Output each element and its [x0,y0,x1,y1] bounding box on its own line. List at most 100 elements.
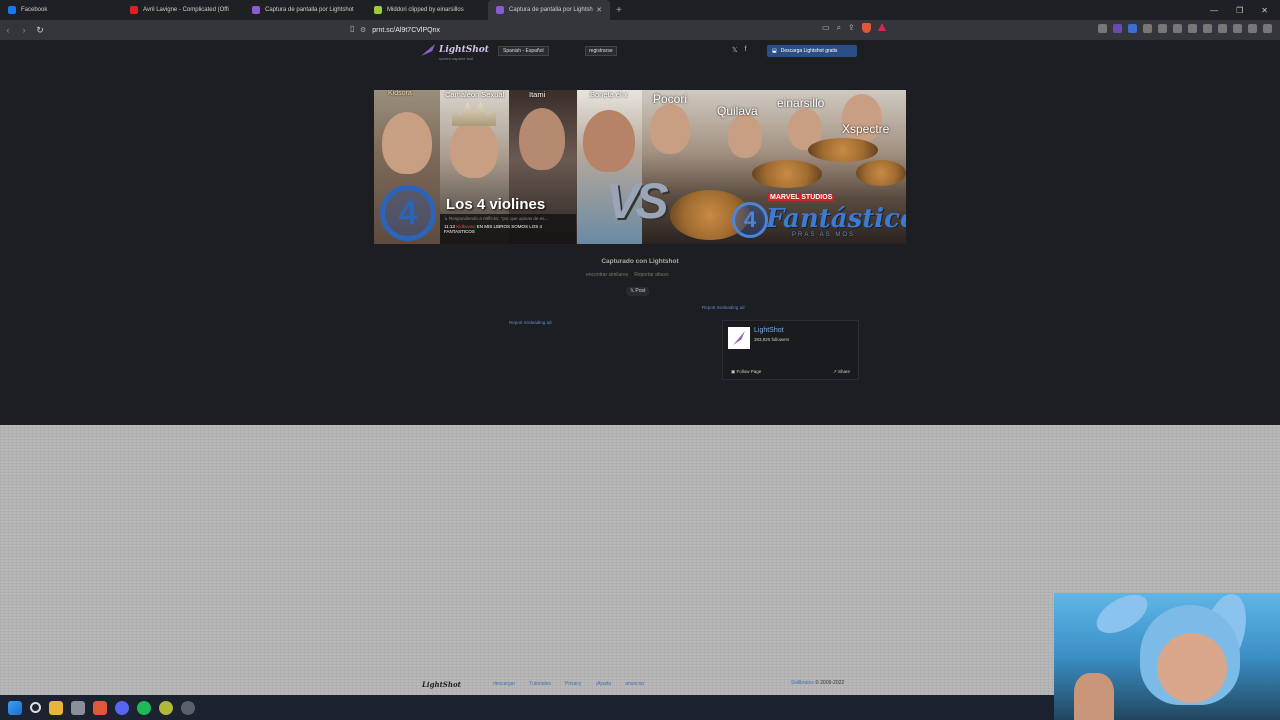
lightshot-icon [252,6,260,14]
register-button[interactable]: registrarse [585,46,617,56]
report-abuse-link[interactable]: Reportar abuso [634,272,668,278]
name-label: Camaleon Sexual [445,90,505,99]
lightshot-page-avatar[interactable] [728,327,750,349]
name-label: Xspectre [842,122,890,136]
footer-link-help[interactable]: ¡Ayuda [595,681,611,687]
leo-icon[interactable] [1233,24,1242,33]
footer-link-tutorials[interactable]: Tutoriales [529,681,551,687]
person [728,114,762,158]
tab-label: Middori clipped by einarsillos [387,7,464,13]
screenshot-image[interactable]: 4 VS Kidsora Camaleon Sexual Itami Bonet… [374,90,906,244]
share-button[interactable]: ↗ Share [833,369,850,375]
facebook-icon[interactable]: f [745,46,747,54]
language-select[interactable]: Spanish - Español [498,46,549,56]
tab-label: Avril Lavigne - Complicated (Offi [143,7,229,13]
fb-page-name[interactable]: LightShot [754,327,784,334]
bookmark-icon[interactable]: ▯ [350,24,354,33]
brave-icon[interactable] [93,700,107,715]
app-icon[interactable] [71,700,85,715]
url-text: prnt.sc/Al9t7CVlPQnx [372,26,440,34]
windows-start-icon[interactable] [8,700,22,715]
name-label: einarsillo [777,96,825,110]
brave-shield-icon[interactable] [861,23,871,33]
report-ad-link[interactable]: Report misleading ad [509,320,552,325]
streamer-hand [1074,673,1114,720]
search-icon[interactable] [30,702,41,713]
close-tab-icon[interactable]: ✕ [596,6,602,14]
music-icon[interactable] [1188,24,1197,33]
site-info-icon[interactable]: ⚙ [360,26,366,34]
facebook-page-widget: LightShot 383,920 followers ▣ Follow Pag… [722,320,859,380]
forward-icon[interactable]: › [16,25,32,35]
extension-icon[interactable] [1158,24,1167,33]
footer-link-privacy[interactable]: Privacy [565,681,581,687]
tab-youtube[interactable]: Avril Lavigne - Complicated (Offi [122,0,244,20]
post-button[interactable]: 𝕏 Post [626,287,650,296]
tab-lightshot-1[interactable]: Captura de pantalla por Lightshot [244,0,366,20]
menu-icon[interactable] [1263,24,1272,33]
extension-icon[interactable] [1128,24,1137,33]
person [382,112,432,174]
vpn-icon[interactable] [1248,24,1257,33]
extension-icon[interactable] [1143,24,1152,33]
name-label: Kidsora [388,90,412,97]
person [583,110,635,172]
minimize-button[interactable]: — [1210,6,1218,15]
chat-message-box: ↳ Respondiendo a n8fficks: "por que opin… [440,214,576,244]
footer-link-download[interactable]: descargar [493,681,515,687]
footer-logo[interactable]: LightShot [422,680,461,689]
discord-icon[interactable] [115,700,129,715]
twitter-icon[interactable]: 𝕏 [732,46,738,54]
fantastic-four-logo: 4 [380,185,436,241]
wallet-icon[interactable] [1218,24,1227,33]
close-window-button[interactable]: ✕ [1261,6,1268,15]
report-ad-link[interactable]: Report misleading ad [702,305,745,310]
settings-icon[interactable] [181,700,195,715]
sidebar-icon[interactable] [1203,24,1212,33]
pizza [856,160,906,186]
follow-page-button[interactable]: ▣ Follow Page [731,369,761,375]
lightshot-header: LightShot screen capture tool Spanish - … [0,40,1280,62]
pizza [808,138,878,162]
back-icon[interactable]: ‹ [0,25,16,35]
zoom-icon[interactable]: ⌕ [837,23,841,33]
tab-facebook[interactable]: Facebook [0,0,122,20]
share-icon[interactable]: ⇪ [848,23,855,33]
download-button[interactable]: ⬓ Descarga Lightshot gratis [767,45,857,57]
captured-label: Capturado con Lightshot [601,258,679,265]
person [650,104,690,154]
footer-link-advertise[interactable]: anunciar [625,681,644,687]
fantastic-four-logo: 4 [732,202,768,238]
maximize-button[interactable]: ❐ [1236,6,1243,15]
app-icon[interactable] [159,700,173,715]
name-label: Boneta el x [590,90,628,99]
name-label: Quilava [717,104,758,118]
browser-toolbar: ‹ › ↻ ▯ ⚙ prnt.sc/Al9t7CVlPQnx ▭ ⌕ ⇪ [0,20,1280,40]
pizza [752,160,822,188]
spotify-icon[interactable] [137,700,151,715]
person [519,108,565,170]
brave-rewards-icon[interactable] [877,23,886,31]
streamer-face [1157,633,1227,703]
file-explorer-icon[interactable] [49,700,63,715]
lightshot-logo[interactable]: LightShot screen capture tool [421,44,489,61]
vs-text: VS [606,173,669,229]
download-icon: ⬓ [772,48,777,54]
extension-icon[interactable] [1098,24,1107,33]
tab-label: Captura de pantalla por Lightsh [509,7,593,13]
fantasticos-title: Fantásticos [766,204,906,234]
new-tab-button[interactable]: + [610,5,628,16]
reload-icon[interactable]: ↻ [32,25,48,36]
marvel-logo: MARVEL STUDIOS [768,194,835,201]
extension-icon[interactable] [1113,24,1122,33]
youtube-icon [130,6,138,14]
clip-icon [374,6,382,14]
cast-icon[interactable]: ▭ [822,23,830,33]
fb-followers: 383,920 followers [754,337,790,342]
extension-icon[interactable] [1173,24,1182,33]
tab-middori[interactable]: Middori clipped by einarsillos [366,0,488,20]
browser-tab-bar: Facebook Avril Lavigne - Complicated (Of… [0,0,1280,20]
tab-lightshot-active[interactable]: Captura de pantalla por Lightsh ✕ [488,0,610,20]
extensions-area [1098,24,1272,33]
find-similar-link[interactable]: encontrar similares [586,272,628,278]
